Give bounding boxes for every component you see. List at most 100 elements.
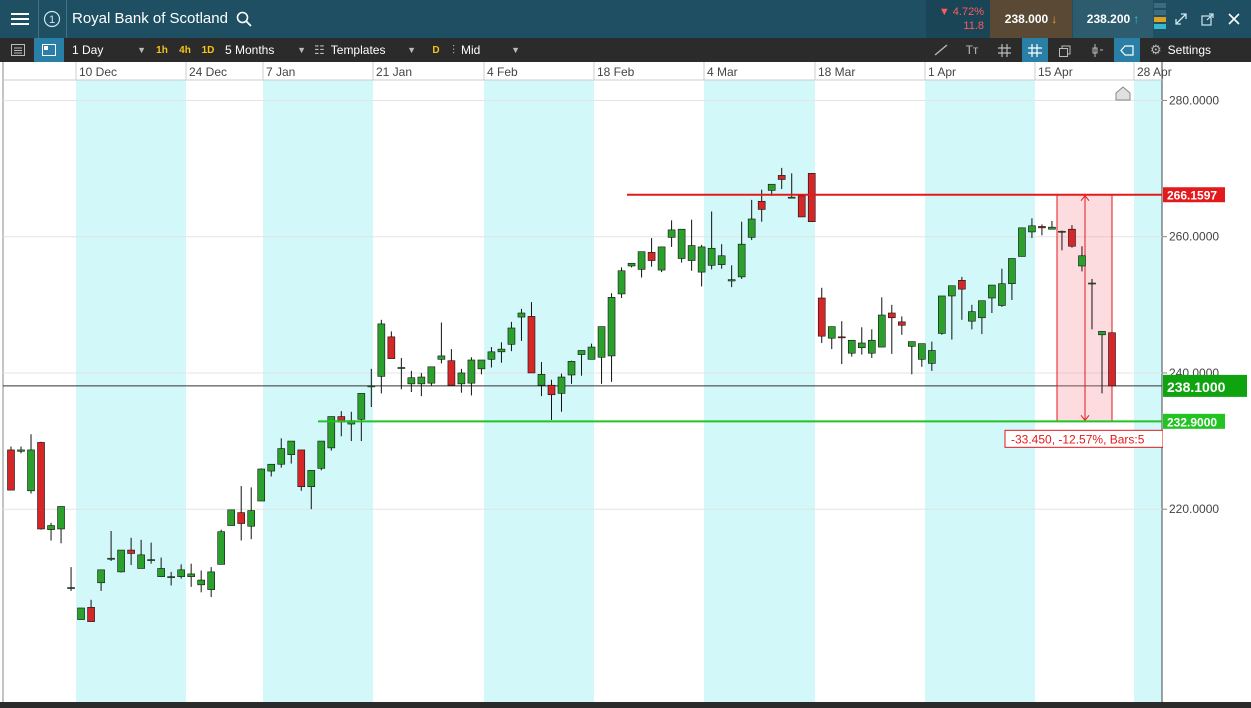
candle-body (1018, 227, 1026, 257)
templates-dropdown[interactable]: ☷ Templates ▼ (314, 38, 418, 62)
interval-label: 1 Day (72, 43, 104, 57)
candle-body (757, 200, 766, 210)
candle-body (447, 360, 456, 386)
y-tick-label: 280.0000 (1169, 93, 1219, 107)
grid-icon[interactable] (993, 38, 1015, 62)
candle-body (988, 284, 996, 299)
indicator-icon[interactable] (1086, 38, 1108, 62)
crosshair-icon[interactable] (1022, 38, 1048, 62)
settings-label: Settings (1167, 43, 1212, 57)
x-tick-label: 18 Mar (818, 65, 855, 79)
quick-interval-1h[interactable]: 1h (153, 38, 171, 62)
interval-dropdown[interactable]: 1 Day ▼ (68, 38, 148, 62)
tag-icon[interactable] (1114, 38, 1140, 62)
window-titlebar: 1 Royal Bank of Scotland ▼ 4.72% 11.8 23… (0, 0, 1251, 38)
x-tick-label: 21 Jan (376, 65, 412, 79)
info-icon[interactable]: 1 (40, 0, 64, 38)
candle-body (557, 376, 566, 394)
candle-body (17, 449, 25, 452)
candle-body (387, 336, 396, 359)
arrow-down-icon: ↓ (1051, 12, 1058, 26)
candle-body (787, 196, 796, 199)
y-tick-label: 220.0000 (1169, 502, 1219, 516)
candle-body (697, 246, 706, 273)
candle-body (647, 252, 656, 261)
candle-body (537, 374, 546, 386)
candle-body (407, 377, 416, 385)
candle-body (1048, 226, 1056, 230)
candle-body (237, 512, 246, 524)
candle-body (427, 366, 436, 384)
candle-body (1008, 258, 1016, 284)
candle-body (978, 300, 986, 319)
change-percent: ▼ 4.72% (938, 6, 984, 18)
candle-body (627, 262, 636, 267)
candle-body (687, 245, 696, 261)
list-icon[interactable] (6, 38, 30, 62)
candle-body (397, 367, 406, 369)
change-absolute: 11.8 (963, 20, 984, 32)
candle-body (1098, 331, 1106, 336)
menu-icon[interactable] (4, 0, 36, 38)
candle-body (507, 327, 516, 345)
quick-interval-1d[interactable]: 1D (199, 38, 217, 62)
popout-icon[interactable] (1196, 0, 1218, 38)
sell-button[interactable]: 238.000 ↓ (990, 0, 1072, 38)
candle-body (307, 470, 316, 488)
arrow-up-icon: ↑ (1133, 12, 1140, 26)
candle-body (37, 442, 45, 530)
candle-body (477, 359, 486, 370)
candle-body (1058, 230, 1066, 233)
text-tool-icon[interactable]: Tт (960, 38, 984, 62)
close-icon[interactable] (1222, 0, 1246, 38)
settings-button[interactable]: ⚙ Settings (1150, 38, 1248, 62)
candle-body (1038, 226, 1046, 229)
layout-icon[interactable] (34, 38, 64, 62)
candle-body (97, 569, 105, 584)
candle-body (487, 351, 496, 360)
price-mode-dropdown[interactable]: ⫶ Mid ▼ (452, 38, 522, 62)
chart-area[interactable]: 280.0000 260.0000 240.0000 220.0000 10 Dec 24… (0, 62, 1251, 702)
candles-icon: ⫶ (452, 42, 456, 57)
candle-body (287, 440, 296, 455)
x-tick-label: 24 Dec (189, 65, 227, 79)
instrument-title: Royal Bank of Scotland (72, 10, 228, 27)
layers-icon[interactable] (1054, 38, 1076, 62)
candle-body (577, 350, 586, 355)
d-badge[interactable]: D (429, 38, 443, 62)
candle-body (567, 361, 576, 376)
candle-body (207, 571, 215, 590)
candle-body (147, 559, 155, 561)
candle-body (928, 350, 936, 364)
candle-body (547, 384, 556, 396)
price-change: ▼ 4.72% 11.8 (926, 0, 990, 38)
x-tick-label: 4 Feb (487, 65, 518, 79)
candle-body (998, 283, 1006, 306)
candle-body (867, 339, 876, 354)
candle-body (277, 448, 286, 465)
candle-body (177, 569, 185, 577)
candle-body (187, 573, 195, 577)
buy-button[interactable]: 238.200 ↑ (1073, 0, 1153, 38)
x-tick-label: 18 Feb (597, 65, 635, 79)
candle-body (657, 246, 666, 271)
candle-body (737, 243, 746, 278)
week-band (484, 80, 594, 702)
x-tick-label: 7 Jan (266, 65, 295, 79)
draw-line-icon[interactable] (930, 38, 952, 62)
candle-body (948, 285, 956, 297)
candle-body (667, 229, 676, 238)
range-label: 5 Months (225, 43, 275, 57)
candle-body (1078, 255, 1086, 267)
candle-body (918, 343, 926, 360)
candle-body (87, 607, 95, 622)
candle-body (887, 312, 896, 319)
candlestick-chart[interactable]: 280.0000260.0000240.0000220.000010 Dec 24… (0, 62, 1251, 702)
range-dropdown[interactable]: 5 Months ▼ (222, 38, 308, 62)
quick-interval-4h[interactable]: 4h (176, 38, 194, 62)
price-mode-label: Mid (461, 43, 481, 57)
search-icon[interactable] (234, 0, 254, 38)
expand-icon[interactable] (1170, 0, 1192, 38)
chevron-down-icon: ▼ (297, 45, 306, 55)
candle-body (127, 549, 135, 554)
